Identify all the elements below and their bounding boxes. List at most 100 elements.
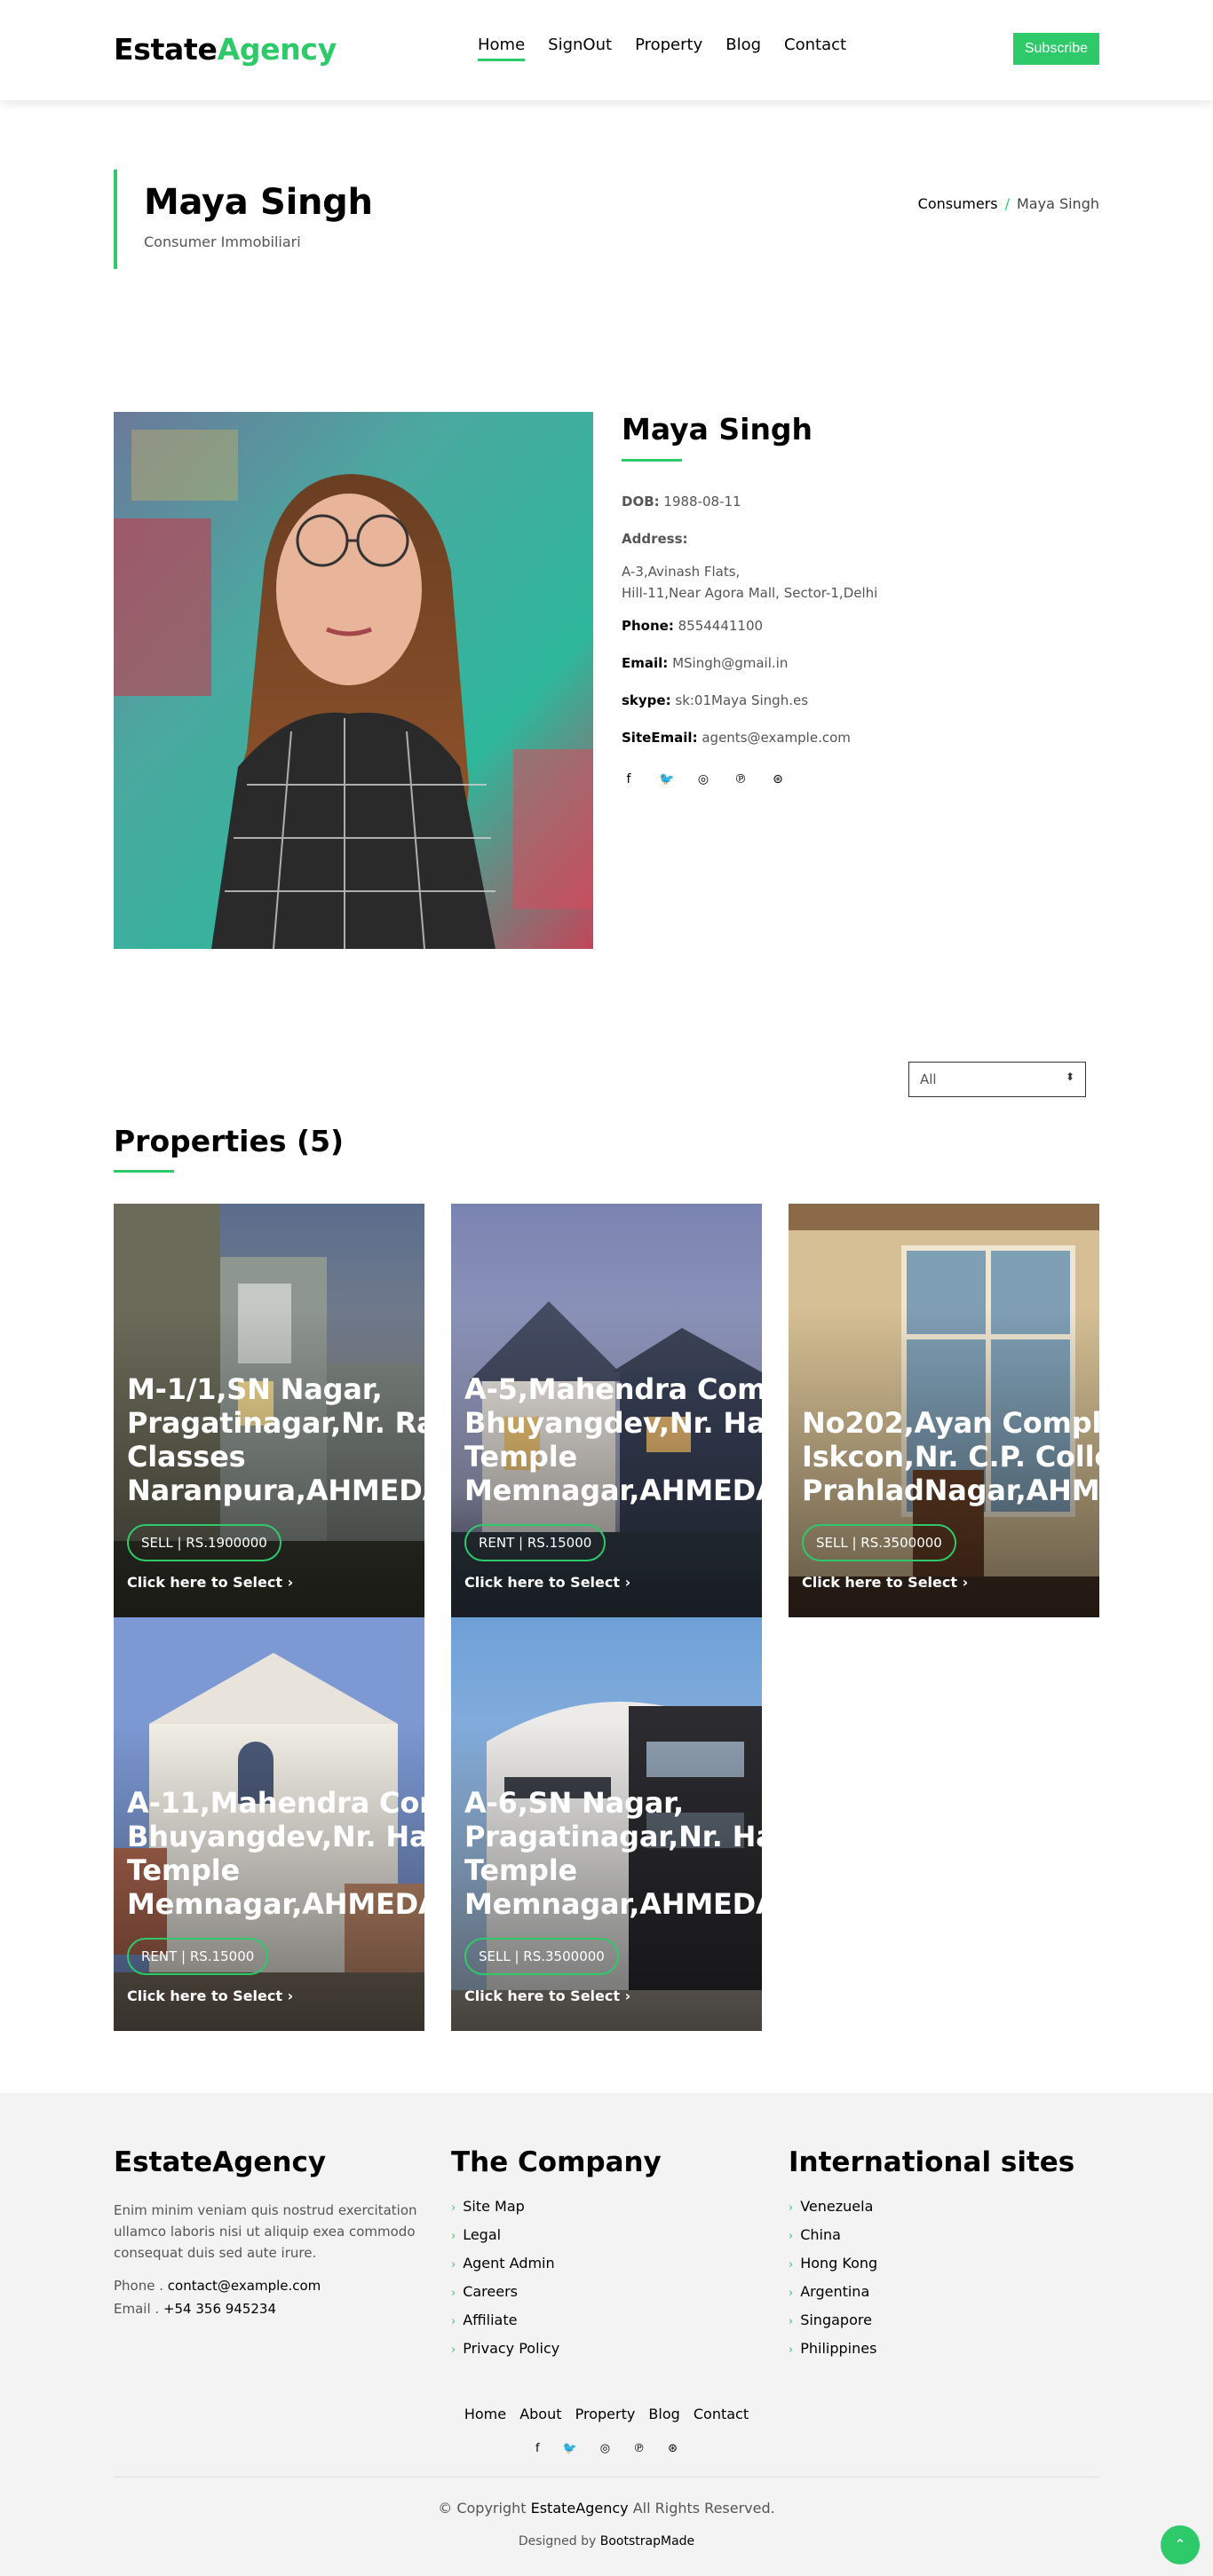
footer-link[interactable]: › Singapore bbox=[789, 2311, 1074, 2328]
breadcrumb: Consumers / Maya Singh bbox=[917, 195, 1099, 212]
chevron-right-icon: › bbox=[789, 2287, 794, 2300]
chevron-right-icon: › bbox=[451, 2343, 456, 2357]
address-value: A-3,Avinash Flats, Hill-11,Near Agora Mal… bbox=[622, 564, 878, 601]
footer-email-value: +54 356 945234 bbox=[163, 2301, 277, 2317]
select-caret-icon: ⬍ bbox=[1065, 1071, 1074, 1083]
chevron-right-icon: › bbox=[451, 2287, 456, 2300]
dob-value: 1988-08-11 bbox=[663, 494, 741, 510]
chevron-right-icon: › bbox=[789, 2258, 794, 2272]
facebook-icon[interactable]: f bbox=[535, 2442, 540, 2455]
property-filter-select[interactable]: All ⬍ bbox=[908, 1062, 1086, 1097]
skype-row: skype: sk:01Maya Singh.es bbox=[622, 692, 809, 708]
footer-intl-title: International sites bbox=[789, 2146, 1075, 2178]
back-to-top-button[interactable]: ⌃ bbox=[1161, 2525, 1200, 2564]
footer-nav-blog[interactable]: Blog bbox=[648, 2406, 679, 2422]
navbar: EstateAgency Home SignOut Property Blog … bbox=[0, 0, 1213, 100]
consumer-profile: Maya Singh DOB: 1988-08-11 Address: A-3,… bbox=[114, 412, 1099, 949]
footer-link[interactable]: › Legal bbox=[451, 2226, 662, 2243]
footer-link[interactable]: › Careers bbox=[451, 2283, 662, 2300]
breadcrumb-consumers[interactable]: Consumers bbox=[918, 195, 998, 212]
pinterest-icon[interactable]: ℗ bbox=[733, 772, 748, 786]
chevron-right-icon: › bbox=[789, 2343, 794, 2357]
skype-value: sk:01Maya Singh.es bbox=[675, 692, 809, 708]
nav-signout[interactable]: SignOut bbox=[548, 36, 612, 61]
select-property-link[interactable]: Click here to Select › bbox=[127, 1574, 293, 1591]
designer-link[interactable]: BootstrapMade bbox=[600, 2534, 694, 2548]
properties-title-underline bbox=[114, 1170, 174, 1173]
address-label: Address: bbox=[622, 531, 688, 547]
instagram-icon[interactable]: ◎ bbox=[600, 2442, 610, 2455]
page-intro: Maya Singh Consumer Immobiliari Consumer… bbox=[114, 100, 1099, 269]
chevron-right-icon: › bbox=[451, 2230, 456, 2243]
footer-international: International sites › Venezuela › China › H… bbox=[789, 2146, 1074, 2368]
footer-nav-contact[interactable]: Contact bbox=[694, 2406, 749, 2422]
footer-link[interactable]: › Privacy Policy bbox=[451, 2340, 662, 2357]
breadcrumb-current: Maya Singh bbox=[1016, 195, 1099, 212]
footer-about: EstateAgency Enim minim veniam quis nost… bbox=[114, 2146, 424, 2324]
footer-link[interactable]: › China bbox=[789, 2226, 1074, 2243]
chevron-right-icon: › bbox=[624, 1987, 631, 2004]
select-property-link[interactable]: Click here to Select › bbox=[802, 1574, 968, 1591]
footer-link[interactable]: › Agent Admin bbox=[451, 2255, 662, 2272]
chevron-up-icon: ⌃ bbox=[1174, 2536, 1186, 2553]
nav-property[interactable]: Property bbox=[635, 36, 702, 61]
properties-section: All ⬍ Properties (5) M-1/1,SN Nagar, Prag… bbox=[114, 1062, 1099, 2040]
property-card[interactable]: No202,Ayan Complex, Iskcon,Nr. C.P. Coll… bbox=[789, 1204, 1099, 1617]
chevron-right-icon: › bbox=[451, 2201, 456, 2215]
footer-social-links: f 🐦 ◎ ℗ ⊛ bbox=[0, 2442, 1213, 2455]
property-card[interactable]: M-1/1,SN Nagar, Pragatinagar,Nr. Raval C… bbox=[114, 1204, 424, 1617]
chevron-right-icon: › bbox=[451, 2315, 456, 2328]
select-property-link[interactable]: Click here to Select › bbox=[464, 1574, 630, 1591]
property-card[interactable]: A-5,Mahendra Complex, Bhuyangdev,Nr. Han… bbox=[451, 1204, 762, 1617]
siteemail-value: agents@example.com bbox=[702, 730, 851, 746]
nav-contact[interactable]: Contact bbox=[784, 36, 846, 61]
footer-nav-about[interactable]: About bbox=[519, 2406, 561, 2422]
dob-row: DOB: 1988-08-11 bbox=[622, 494, 741, 510]
properties-title: Properties (5) bbox=[114, 1124, 345, 1158]
chevron-right-icon: › bbox=[789, 2230, 794, 2243]
profile-social-links: f 🐦 ◎ ℗ ⊛ bbox=[622, 772, 1066, 786]
property-price-badge: RENT | RS.15000 bbox=[127, 1938, 269, 1975]
footer-nav-home[interactable]: Home bbox=[464, 2406, 506, 2422]
twitter-icon[interactable]: 🐦 bbox=[659, 772, 674, 786]
select-property-link[interactable]: Click here to Select › bbox=[464, 1987, 630, 2004]
property-card[interactable]: A-11,Mahendra Complex, Bhuyangdev,Nr. Ha… bbox=[114, 1617, 424, 2031]
consumer-photo bbox=[114, 412, 593, 949]
select-property-link[interactable]: Click here to Select › bbox=[127, 1987, 293, 2004]
copyright: © Copyright EstateAgency All Rights Rese… bbox=[438, 2500, 775, 2517]
chevron-right-icon: › bbox=[789, 2315, 794, 2328]
property-address: No202,Ayan Complex, Iskcon,Nr. C.P. Coll… bbox=[802, 1406, 1099, 1507]
twitter-icon[interactable]: 🐦 bbox=[563, 2442, 577, 2455]
pinterest-icon[interactable]: ℗ bbox=[633, 2442, 645, 2455]
property-price-badge: SELL | RS.1900000 bbox=[127, 1524, 281, 1561]
footer: EstateAgency Enim minim veniam quis nost… bbox=[0, 2093, 1213, 2576]
brand-logo[interactable]: EstateAgency bbox=[114, 32, 337, 67]
profile-name-underline bbox=[622, 459, 682, 462]
footer-phone-value: contact@example.com bbox=[167, 2278, 321, 2294]
footer-link[interactable]: › Site Map bbox=[451, 2198, 662, 2215]
chevron-right-icon: › bbox=[789, 2201, 794, 2215]
designed-by: Designed by BootstrapMade bbox=[518, 2534, 695, 2548]
footer-description: Enim minim veniam quis nostrud exercitat… bbox=[114, 2202, 417, 2261]
dribbble-icon[interactable]: ⊛ bbox=[771, 772, 785, 786]
facebook-icon[interactable]: f bbox=[622, 772, 636, 786]
footer-nav-property[interactable]: Property bbox=[575, 2406, 636, 2422]
dribbble-icon[interactable]: ⊛ bbox=[668, 2442, 678, 2455]
subscribe-button[interactable]: Subscribe bbox=[1012, 33, 1099, 65]
property-card[interactable]: A-6,SN Nagar, Pragatinagar,Nr. Hanuman T… bbox=[451, 1617, 762, 2031]
footer-link[interactable]: › Philippines bbox=[789, 2340, 1074, 2357]
property-address: A-5,Mahendra Complex, Bhuyangdev,Nr. Han… bbox=[464, 1372, 762, 1507]
property-price-badge: RENT | RS.15000 bbox=[464, 1524, 606, 1561]
footer-link[interactable]: › Hong Kong bbox=[789, 2255, 1074, 2272]
nav-home[interactable]: Home bbox=[478, 36, 526, 61]
chevron-right-icon: › bbox=[962, 1574, 969, 1591]
instagram-icon[interactable]: ◎ bbox=[696, 772, 710, 786]
footer-link[interactable]: › Affiliate bbox=[451, 2311, 662, 2328]
footer-company-title: The Company bbox=[451, 2146, 662, 2178]
footer-link[interactable]: › Venezuela bbox=[789, 2198, 1074, 2215]
footer-link[interactable]: › Argentina bbox=[789, 2283, 1074, 2300]
nav-blog[interactable]: Blog bbox=[725, 36, 761, 61]
chevron-right-icon: › bbox=[287, 1987, 294, 2004]
main-nav: Home SignOut Property Blog Contact bbox=[478, 36, 846, 61]
property-address: A-6,SN Nagar, Pragatinagar,Nr. Hanuman T… bbox=[464, 1786, 762, 1921]
